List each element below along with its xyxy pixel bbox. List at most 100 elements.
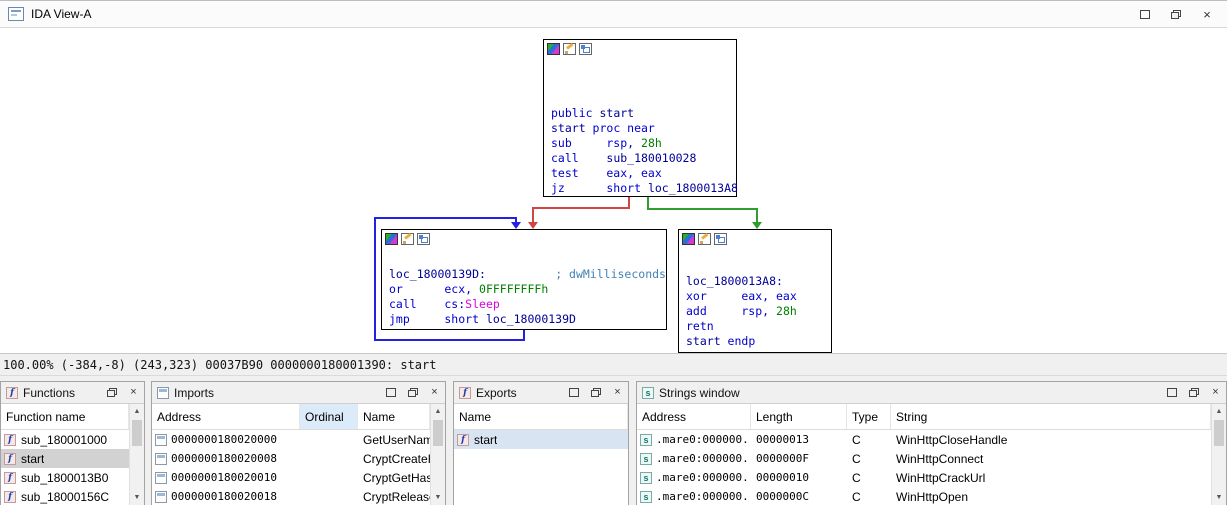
scroll-up-icon[interactable]: ▲	[431, 404, 445, 419]
column-header-address[interactable]: Address	[637, 404, 751, 429]
strings-panel-icon: s	[642, 387, 654, 399]
close-button[interactable]: ×	[426, 385, 443, 400]
scroll-up-icon[interactable]: ▲	[1212, 404, 1226, 419]
string-row[interactable]: s.mare0:000000...00000013CWinHttpCloseHa…	[637, 430, 1211, 449]
node-group-icon[interactable]	[579, 43, 592, 55]
imports-panel-body: Address Ordinal Name 0000000180020000Get…	[152, 404, 445, 505]
column-header-name[interactable]: Name	[358, 404, 430, 429]
function-row[interactable]: fsub_18000156C	[1, 487, 129, 505]
string-row[interactable]: s.mare0:000000...0000000FCWinHttpConnect	[637, 449, 1211, 468]
strings-scrollbar[interactable]: ▲ ▼	[1211, 404, 1226, 505]
float-button[interactable]	[404, 385, 421, 400]
close-button[interactable]: ×	[1207, 385, 1224, 400]
close-icon: ×	[614, 387, 620, 398]
float-button[interactable]	[103, 385, 120, 400]
dock-icon	[569, 388, 579, 397]
node-edit-icon[interactable]	[401, 233, 414, 245]
close-button[interactable]: ×	[609, 385, 626, 400]
float-icon	[1171, 10, 1181, 19]
import-row[interactable]: 0000000180020010CryptGetHas	[152, 468, 430, 487]
string-address: .mare0:000000...	[656, 471, 751, 484]
functions-panel-icon: f	[6, 387, 18, 399]
node-edit-icon[interactable]	[563, 43, 576, 55]
exports-column-headers: Name	[454, 404, 628, 430]
string-row[interactable]: s.mare0:000000...0000000CCWinHttpOpen	[637, 487, 1211, 505]
scroll-down-icon[interactable]: ▼	[431, 490, 445, 505]
column-header-type[interactable]: Type	[847, 404, 891, 429]
scrollbar-thumb[interactable]	[132, 420, 142, 446]
view-titlebar[interactable]: IDA View-A ×	[0, 1, 1227, 28]
maximize-icon	[1140, 10, 1150, 19]
graph-node-start[interactable]: public startstart proc nearsub rsp, 28hc…	[543, 39, 737, 197]
scrollbar-thumb[interactable]	[433, 420, 443, 446]
asm-token: loc_1800013A8	[648, 181, 738, 195]
node-color-icon[interactable]	[682, 233, 695, 245]
imports-scrollbar[interactable]: ▲ ▼	[430, 404, 445, 505]
string-row[interactable]: s.mare0:000000...00000010CWinHttpCrackUr…	[637, 468, 1211, 487]
functions-scrollbar[interactable]: ▲ ▼	[129, 404, 144, 505]
asm-line: add rsp, 28h	[686, 304, 797, 319]
scrollbar-thumb[interactable]	[1214, 420, 1224, 446]
graph-node-exit[interactable]: loc_1800013A8:xor eax, eaxadd rsp, 28hre…	[678, 229, 832, 353]
imports-column-headers: Address Ordinal Name	[152, 404, 430, 430]
edge-not-taken	[532, 207, 534, 222]
close-button[interactable]: ×	[125, 385, 142, 400]
float-button[interactable]	[1185, 385, 1202, 400]
function-name: sub_180001000	[20, 433, 107, 447]
float-icon	[107, 388, 117, 397]
graph-view[interactable]: public startstart proc nearsub rsp, 28hc…	[0, 28, 1227, 353]
scroll-up-icon[interactable]: ▲	[130, 404, 144, 419]
import-row[interactable]: 0000000180020018CryptRelease	[152, 487, 430, 505]
functions-panel-titlebar[interactable]: f Functions ×	[1, 382, 144, 404]
import-icon	[155, 434, 167, 446]
import-name: CryptGetHas	[358, 471, 430, 485]
strings-panel: s Strings window × Address Length Type S…	[636, 381, 1227, 505]
graph-node-loop[interactable]: loc_18000139D: ; dwMillisecondsor ecx, 0…	[381, 229, 667, 330]
ida-window: IDA View-A × public startstart proc	[0, 0, 1227, 505]
import-row[interactable]: 0000000180020008CryptCreateH	[152, 449, 430, 468]
imports-panel-titlebar[interactable]: Imports ×	[152, 382, 445, 404]
exports-panel-titlebar[interactable]: f Exports ×	[454, 382, 628, 404]
column-header-length[interactable]: Length	[751, 404, 847, 429]
column-header-name[interactable]: Name	[454, 404, 628, 429]
function-name: start	[20, 452, 44, 466]
dock-button[interactable]	[382, 385, 399, 400]
scroll-down-icon[interactable]: ▼	[130, 490, 144, 505]
asm-token: add rsp,	[686, 304, 776, 318]
function-row[interactable]: fsub_1800013B0	[1, 468, 129, 487]
column-header-ordinal[interactable]: Ordinal	[300, 404, 358, 429]
column-header-function-name[interactable]: Function name	[1, 404, 129, 429]
asm-token: call cs:	[389, 297, 465, 311]
node-edit-icon[interactable]	[698, 233, 711, 245]
edge-arrow-not-taken	[528, 222, 538, 229]
exports-panel: f Exports × Name fstart	[453, 381, 629, 505]
scroll-down-icon[interactable]: ▼	[1212, 490, 1226, 505]
asm-line: start proc near	[551, 121, 738, 136]
export-icon: f	[457, 434, 469, 446]
node-group-icon[interactable]	[417, 233, 430, 245]
status-text: 100.00% (-384,-8) (243,323) 00037B90 000…	[3, 358, 436, 372]
functions-list: fsub_180001000fstartfsub_1800013B0fsub_1…	[1, 430, 129, 505]
function-row[interactable]: fsub_180001000	[1, 430, 129, 449]
dock-button[interactable]	[1163, 385, 1180, 400]
asm-line: loc_18000139D: ; dwMilliseconds	[389, 267, 666, 282]
float-button[interactable]	[1164, 5, 1188, 24]
import-row[interactable]: 0000000180020000GetUserNam	[152, 430, 430, 449]
node-color-icon[interactable]	[547, 43, 560, 55]
function-row[interactable]: fstart	[1, 449, 129, 468]
strings-panel-titlebar[interactable]: s Strings window ×	[637, 382, 1226, 404]
maximize-button[interactable]	[1133, 5, 1157, 24]
float-button[interactable]	[587, 385, 604, 400]
node-group-icon[interactable]	[714, 233, 727, 245]
edge-loop	[374, 217, 517, 219]
column-header-address[interactable]: Address	[152, 404, 300, 429]
exports-panel-body: Name fstart	[454, 404, 628, 505]
node-color-icon[interactable]	[385, 233, 398, 245]
column-header-string[interactable]: String	[891, 404, 1211, 429]
export-row[interactable]: fstart	[454, 430, 628, 449]
dock-button[interactable]	[565, 385, 582, 400]
asm-token: loc_18000139D	[486, 312, 576, 326]
close-button[interactable]: ×	[1195, 5, 1219, 24]
strings-list: s.mare0:000000...00000013CWinHttpCloseHa…	[637, 430, 1211, 505]
asm-token: 28h	[641, 136, 662, 150]
